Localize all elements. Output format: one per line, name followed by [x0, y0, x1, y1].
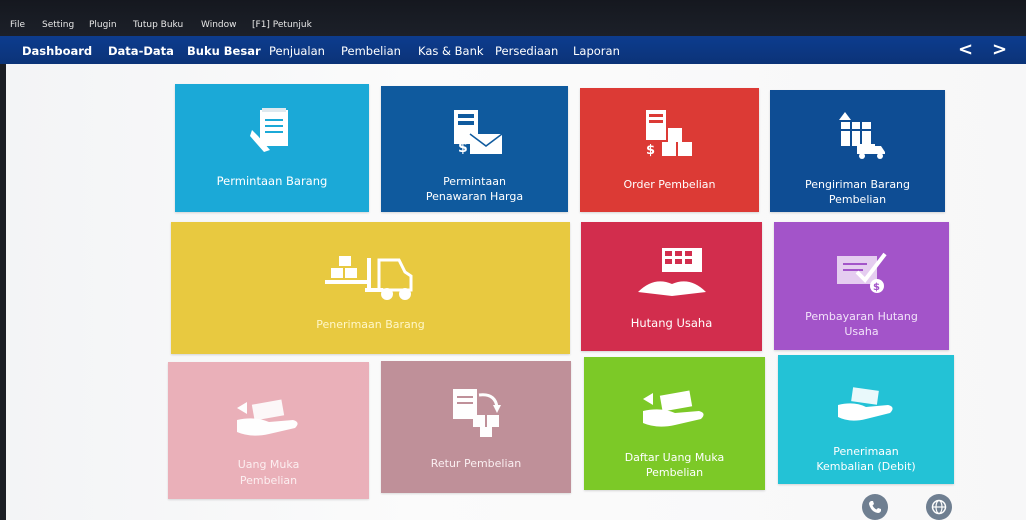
tile-hutang-usaha[interactable]: Hutang Usaha	[581, 222, 762, 351]
tile-label: Retur Pembelian	[430, 457, 522, 470]
tile-label-line2: Pembelian	[239, 474, 298, 487]
tab-persediaan[interactable]: Persediaan	[495, 44, 558, 58]
nav-next-button[interactable]: >	[992, 39, 1007, 60]
globe-button[interactable]	[926, 494, 952, 520]
return-goods-icon	[453, 389, 501, 437]
tile-label-line2: Penawaran Harga	[425, 190, 524, 203]
ledger-book-icon	[637, 248, 706, 296]
tile-uang-muka-pembelian[interactable]: Uang Muka Pembelian	[168, 362, 369, 499]
hand-money-icon	[642, 390, 704, 427]
svg-text:$: $	[873, 282, 880, 293]
tile-pengiriman-barang-pembelian[interactable]: Pengiriman Barang Pembelian	[770, 90, 945, 212]
tile-label-line1: Uang Muka	[237, 458, 300, 471]
nav-prev-button[interactable]: <	[958, 39, 973, 60]
tab-kas-bank[interactable]: Kas & Bank	[418, 44, 484, 58]
hand-money-icon	[236, 399, 298, 436]
tile-label-line2: Kembalian (Debit)	[816, 460, 916, 473]
phone-icon	[869, 501, 881, 513]
request-form-icon	[250, 108, 288, 152]
tab-dashboard[interactable]: Dashboard	[22, 44, 92, 58]
menu-window[interactable]: Window	[201, 20, 237, 30]
tile-pembayaran-hutang-usaha[interactable]: $ Pembayaran Hutang Usaha	[774, 222, 949, 350]
tile-daftar-uang-muka-pembelian[interactable]: Daftar Uang Muka Pembelian	[584, 357, 765, 490]
svg-text:$: $	[458, 140, 468, 156]
tab-buku-besar[interactable]: Buku Besar	[187, 44, 261, 58]
tile-order-pembelian[interactable]: $ Order Pembelian	[580, 88, 759, 212]
tile-label-line1: Pengiriman Barang	[804, 178, 911, 191]
svg-text:$: $	[646, 143, 655, 158]
tile-label: Hutang Usaha	[630, 316, 713, 330]
module-nav: Dashboard Data-Data Buku Besar Penjualan…	[0, 36, 1026, 64]
phone-button[interactable]	[862, 494, 888, 520]
tile-retur-pembelian[interactable]: Retur Pembelian	[381, 361, 571, 493]
tile-label: Order Pembelian	[623, 178, 716, 191]
quotation-envelope-icon: $	[453, 110, 502, 156]
tile-label-line1: Pembayaran Hutang	[805, 310, 918, 323]
tab-laporan[interactable]: Laporan	[573, 44, 620, 58]
tile-label-line2: Pembelian	[828, 193, 887, 206]
tile-permintaan-barang[interactable]: Permintaan Barang	[175, 84, 369, 212]
globe-icon	[931, 499, 947, 515]
menu-file[interactable]: File	[10, 20, 25, 30]
tile-label: Penerimaan Barang	[316, 318, 425, 331]
purchase-order-icon: $	[645, 110, 692, 158]
tile-label-line1: Penerimaan	[833, 445, 899, 458]
tile-label-line1: Permintaan	[443, 175, 506, 188]
tile-label: Permintaan Barang	[216, 174, 328, 188]
payment-check-icon: $	[836, 252, 887, 293]
tile-label-line1: Daftar Uang Muka	[624, 451, 725, 464]
menu-setting[interactable]: Setting	[42, 20, 74, 30]
menu-bar: File Setting Plugin Tutup Buku Window [F…	[0, 0, 1026, 36]
tab-pembelian[interactable]: Pembelian	[341, 44, 401, 58]
tile-penerimaan-barang[interactable]: Penerimaan Barang	[171, 222, 570, 354]
hand-refund-icon	[838, 387, 893, 421]
menu-plugin[interactable]: Plugin	[89, 20, 117, 30]
tab-data-data[interactable]: Data-Data	[108, 44, 174, 58]
tile-penerimaan-kembalian-debit[interactable]: Penerimaan Kembalian (Debit)	[778, 355, 954, 484]
menu-help[interactable]: [F1] Petunjuk	[252, 20, 312, 30]
delivery-truck-icon	[838, 112, 885, 159]
forklift-icon	[324, 256, 412, 300]
menu-tutup-buku[interactable]: Tutup Buku	[133, 20, 183, 30]
tile-label-line2: Pembelian	[645, 466, 704, 479]
tile-permintaan-penawaran-harga[interactable]: $ Permintaan Penawaran Harga	[381, 86, 568, 212]
tab-penjualan[interactable]: Penjualan	[269, 44, 325, 58]
tile-label-line2: Usaha	[844, 325, 879, 338]
